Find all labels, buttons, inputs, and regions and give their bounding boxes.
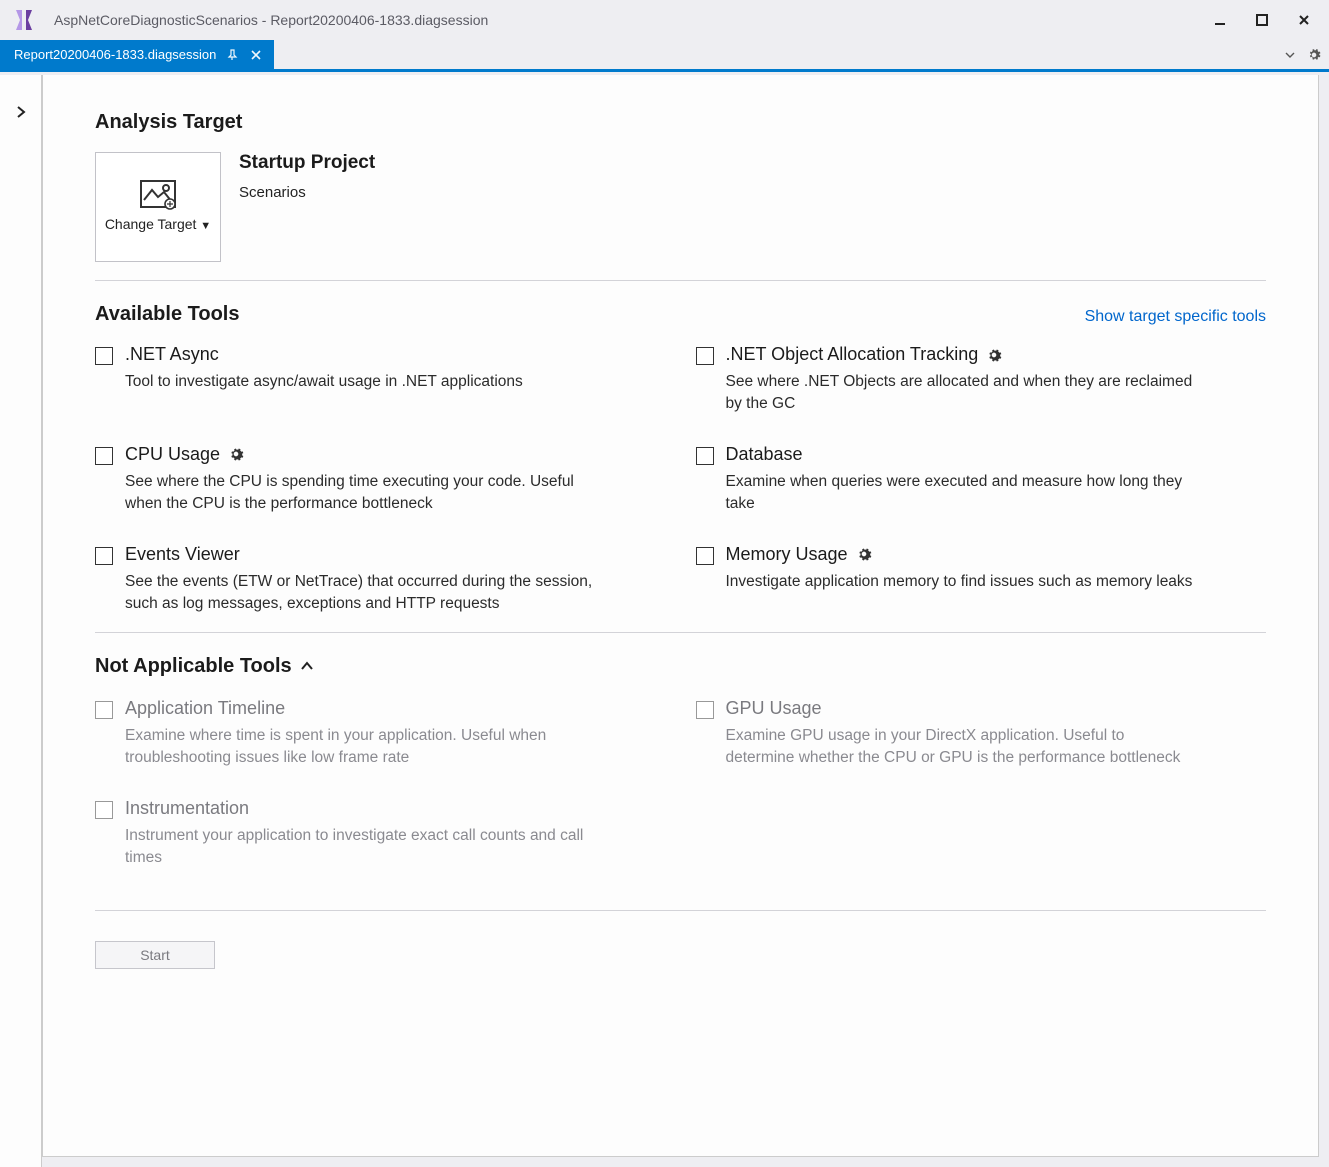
tool-title-text: Memory Usage [726,544,848,565]
change-target-icon [140,180,176,210]
tool-description: Instrument your application to investiga… [125,825,595,870]
tool-checkbox[interactable] [95,447,113,465]
tool-item: Memory Usage Investigate application memo… [696,544,1267,616]
tool-title-text: .NET Object Allocation Tracking [726,344,979,365]
tool-item: Instrumentation Instrument your applicati… [95,798,666,870]
divider [95,632,1266,633]
tool-item: .NET Async Tool to investigate async/awai… [95,344,666,416]
tab-active[interactable]: Report20200406-1833.diagsession [0,40,274,69]
left-gutter [0,75,42,1167]
tab-label: Report20200406-1833.diagsession [14,47,216,62]
show-target-specific-link[interactable]: Show target specific tools [1085,308,1266,326]
analysis-target-heading: Analysis Target [95,111,1266,134]
gutter-expand-icon[interactable] [15,105,27,119]
gear-icon[interactable] [856,546,872,562]
tabstrip-gear-icon[interactable] [1305,46,1323,64]
tool-description: Examine GPU usage in your DirectX applic… [726,725,1196,770]
tool-checkbox[interactable] [95,347,113,365]
tool-body: Application Timeline Examine where time i… [125,698,666,770]
not-applicable-header[interactable]: Not Applicable Tools [95,655,1266,678]
tool-checkbox [95,701,113,719]
tool-description: Investigate application memory to find i… [726,571,1196,593]
window-title: AspNetCoreDiagnosticScenarios - Report20… [54,12,1199,28]
tool-item: CPU Usage See where the CPU is spending t… [95,444,666,516]
tool-body: Events Viewer See the events (ETW or NetT… [125,544,666,616]
tool-title-text: CPU Usage [125,444,220,465]
tool-title: CPU Usage [125,444,666,465]
tool-item: GPU Usage Examine GPU usage in your Direc… [696,698,1267,770]
gear-icon[interactable] [986,347,1002,363]
window-close-button[interactable] [1283,4,1325,36]
tab-pin-icon[interactable] [224,47,240,63]
tool-description: See where .NET Objects are allocated and… [726,371,1196,416]
tool-title-text: Application Timeline [125,698,285,719]
chevron-up-icon [300,660,314,672]
analysis-target-row: Change Target ▼ Startup Project Scenario… [95,152,1266,262]
available-tools-header: Available Tools Show target specific too… [95,303,1266,326]
tool-item: Database Examine when queries were execut… [696,444,1267,516]
tool-body: Memory Usage Investigate application memo… [726,544,1267,593]
na-tools-grid: Application Timeline Examine where time i… [95,698,1266,870]
tool-body: .NET Async Tool to investigate async/awai… [125,344,666,393]
tool-title: .NET Object Allocation Tracking [726,344,1267,365]
divider [95,280,1266,281]
tool-title-text: Events Viewer [125,544,240,565]
tool-checkbox[interactable] [696,547,714,565]
content-area: Analysis Target Change Target ▼ [42,75,1319,1157]
tool-title-text: Database [726,444,803,465]
tool-title: Application Timeline [125,698,666,719]
tool-description: Examine where time is spent in your appl… [125,725,595,770]
start-button[interactable]: Start [95,941,215,969]
tool-title-text: Instrumentation [125,798,249,819]
tool-title: GPU Usage [726,698,1267,719]
tool-title: Events Viewer [125,544,666,565]
tool-checkbox[interactable] [696,447,714,465]
tool-checkbox [95,801,113,819]
tool-title: Memory Usage [726,544,1267,565]
app-logo-icon [12,8,36,32]
tool-checkbox[interactable] [696,347,714,365]
divider [95,910,1266,911]
target-subheading: Scenarios [239,184,375,201]
target-heading: Startup Project [239,152,375,174]
tool-checkbox[interactable] [95,547,113,565]
tool-body: CPU Usage See where the CPU is spending t… [125,444,666,516]
gear-icon[interactable] [228,446,244,462]
tool-title-text: .NET Async [125,344,219,365]
change-target-button[interactable]: Change Target ▼ [95,152,221,262]
tool-body: .NET Object Allocation Tracking See where… [726,344,1267,416]
window-maximize-button[interactable] [1241,4,1283,36]
tab-spacer [274,40,1281,69]
tool-body: Database Examine when queries were execut… [726,444,1267,516]
tool-body: Instrumentation Instrument your applicati… [125,798,666,870]
not-applicable-heading: Not Applicable Tools [95,655,292,678]
tool-item: Application Timeline Examine where time i… [95,698,666,770]
tool-title: Instrumentation [125,798,666,819]
window-minimize-button[interactable] [1199,4,1241,36]
available-tools-heading: Available Tools [95,303,239,326]
target-info: Startup Project Scenarios [239,152,375,201]
tool-title: .NET Async [125,344,666,365]
change-target-label: Change Target ▼ [105,216,211,234]
available-tools-grid: .NET Async Tool to investigate async/awai… [95,344,1266,616]
tool-description: Examine when queries were executed and m… [726,471,1196,516]
tool-description: See where the CPU is spending time execu… [125,471,595,516]
tab-strip: Report20200406-1833.diagsession [0,40,1329,72]
tool-title-text: GPU Usage [726,698,822,719]
tool-title: Database [726,444,1267,465]
tabstrip-right-controls [1281,40,1329,69]
editor-area: Analysis Target Change Target ▼ [0,75,1329,1167]
start-button-row: Start [95,941,1266,969]
tab-dropdown-icon[interactable] [1281,46,1299,64]
title-bar: AspNetCoreDiagnosticScenarios - Report20… [0,0,1329,40]
tool-description: See the events (ETW or NetTrace) that oc… [125,571,595,616]
tool-description: Tool to investigate async/await usage in… [125,371,595,393]
tool-item: Events Viewer See the events (ETW or NetT… [95,544,666,616]
tool-checkbox [696,701,714,719]
tool-body: GPU Usage Examine GPU usage in your Direc… [726,698,1267,770]
tab-close-icon[interactable] [248,47,264,63]
tool-item: .NET Object Allocation Tracking See where… [696,344,1267,416]
